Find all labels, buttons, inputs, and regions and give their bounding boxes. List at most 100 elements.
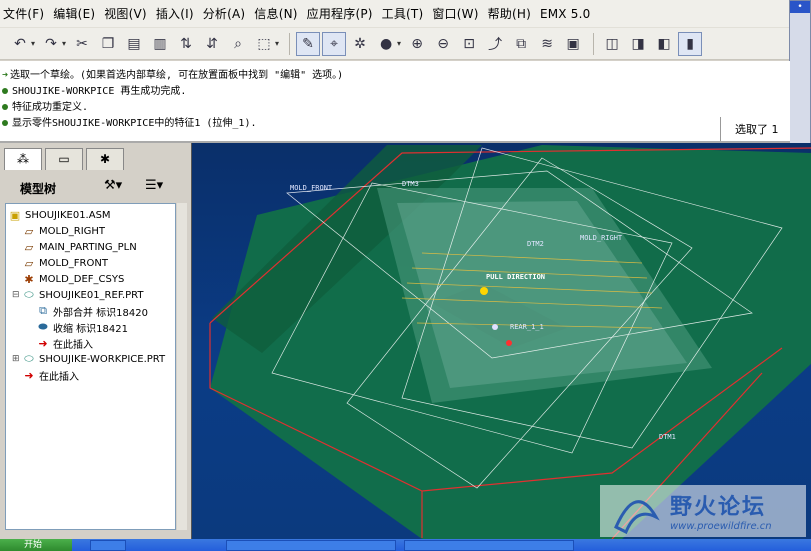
menu-window[interactable]: 窗口(W) <box>432 5 487 22</box>
tree-item-label: SHOUJIKE01.ASM <box>25 209 111 221</box>
graphics-window[interactable]: MOLD_FRONT DTM3 DTM2 MOLD_RIGHT PULL DIR… <box>191 143 811 539</box>
tree-item[interactable]: ➜ 在此插入 <box>22 367 79 383</box>
pull-direction-marker[interactable] <box>480 287 488 295</box>
model-tree-header: 模型树 ⚒▾ ☰▾ <box>0 172 189 202</box>
floating-toolbar-titlebar[interactable]: • <box>790 1 810 13</box>
watermark-logo-icon <box>614 500 660 535</box>
wireframe-icon[interactable]: ◫ <box>600 32 624 56</box>
label-rear: REAR_1_1 <box>510 323 544 331</box>
label-dtm2: DTM2 <box>527 240 544 248</box>
model-tree-title: 模型树 <box>20 182 57 196</box>
select-box-icon[interactable]: ⬚ <box>252 32 276 56</box>
view-manager-icon[interactable]: ▣ <box>561 32 585 56</box>
regenerate-icon[interactable]: ⇅ <box>174 32 198 56</box>
tree-item[interactable]: ⊟ ⬭ SHOUJIKE01_REF.PRT <box>12 287 144 303</box>
spin-center-icon[interactable]: ⌖ <box>322 31 347 56</box>
main-toolbar: ↶ ▾ ↷ ▾ ✂ ❐ ▤ ▥ ⇅ ⇵ ⌕ ⬚ ▾ ✎ ⌖ ✲ ● ▾ ⊕ ⊖ ⊡ ⤴ … <box>0 28 790 60</box>
message-area: ➜ 选取一个草绘。(如果首选内部草绘, 可在放置面板中找到 "编辑" 选项。) S… <box>0 61 790 143</box>
tree-item-label: MAIN_PARTING_PLN <box>39 241 137 253</box>
redo-dropdown-icon[interactable]: ▾ <box>62 39 66 48</box>
menu-applications[interactable]: 应用程序(P) <box>307 5 382 22</box>
tree-item[interactable]: ▱ MOLD_FRONT <box>22 255 108 271</box>
tree-item[interactable]: ▣ SHOUJIKE01.ASM <box>8 207 111 223</box>
info-bullet-icon <box>2 88 8 94</box>
info-bullet-icon <box>2 104 8 110</box>
no-hidden-icon[interactable]: ◧ <box>652 32 676 56</box>
hidden-line-icon[interactable]: ◨ <box>626 32 650 56</box>
label-mold-right: MOLD_RIGHT <box>580 234 623 242</box>
start-button[interactable]: 开始 <box>0 539 72 551</box>
merge-icon: ⧉ <box>39 304 47 317</box>
redo-icon[interactable]: ↷ <box>39 32 63 56</box>
layers-icon[interactable]: ≋ <box>535 32 559 56</box>
navigator-tabs: ⁂ ▭ ✱ <box>0 145 189 171</box>
appearance-icon[interactable]: ● <box>374 32 398 56</box>
tree-item[interactable]: ⬬ 收缩 标识18421 <box>36 319 128 335</box>
paste-special-icon[interactable]: ▥ <box>148 32 172 56</box>
taskbar-window-button[interactable] <box>404 540 574 551</box>
tab-folder-browser[interactable]: ▭ <box>45 148 83 170</box>
datum-plane-icon: ▱ <box>24 256 34 270</box>
select-dropdown-icon[interactable]: ▾ <box>275 39 279 48</box>
menu-help[interactable]: 帮助(H) <box>488 5 540 22</box>
sketch-view-icon[interactable]: ✎ <box>296 31 321 56</box>
tree-settings-icon[interactable]: ⚒▾ <box>104 178 122 193</box>
refit-icon[interactable]: ⊡ <box>457 32 481 56</box>
appearance-dropdown-icon[interactable]: ▾ <box>397 39 401 48</box>
menu-info[interactable]: 信息(N) <box>254 5 306 22</box>
reference-point <box>506 340 512 346</box>
message-line: 特征成功重定义. <box>2 98 88 113</box>
insert-here-icon: ➜ <box>38 336 48 350</box>
orient-mode-icon[interactable]: ✲ <box>348 32 372 56</box>
model-tree: ▣ SHOUJIKE01.ASM ▱ MOLD_RIGHT ▱ MAIN_PARTING_… <box>5 203 176 530</box>
reorient-icon[interactable]: ⤴ <box>483 32 507 56</box>
tab-favorites[interactable]: ✱ <box>86 148 124 170</box>
csys-icon: ✱ <box>24 272 34 286</box>
message-line: 显示零件SHOUJIKE-WORKPICE中的特征1 (拉伸_1). <box>2 114 257 129</box>
navigator-scrollbar[interactable] <box>177 203 187 530</box>
menu-emx[interactable]: EMX 5.0 <box>540 7 599 21</box>
tree-item-label: 收缩 标识18421 <box>53 323 128 335</box>
tree-item[interactable]: ✱ MOLD_DEF_CSYS <box>22 271 124 287</box>
selection-status[interactable]: 选取了 1 <box>720 117 790 141</box>
find-icon[interactable]: ⌕ <box>226 32 250 56</box>
assembly-icon: ▣ <box>9 208 21 222</box>
windows-taskbar: 开始 <box>0 539 811 551</box>
part-icon: ⬭ <box>24 288 34 301</box>
tree-expander-icon[interactable]: ⊟ <box>12 290 20 300</box>
tree-item[interactable]: ⊞ ⬭ SHOUJIKE-WORKPICE.PRT <box>12 351 165 367</box>
undo-dropdown-icon[interactable]: ▾ <box>31 39 35 48</box>
paste-icon[interactable]: ▤ <box>122 32 146 56</box>
tree-item[interactable]: ➜ 在此插入 <box>36 335 93 351</box>
tree-item[interactable]: ⧉ 外部合并 标识18420 <box>36 303 148 319</box>
insert-here-icon: ➜ <box>24 368 34 382</box>
undo-icon[interactable]: ↶ <box>8 32 32 56</box>
regenerate-manager-icon[interactable]: ⇵ <box>200 32 224 56</box>
tree-item-label: MOLD_RIGHT <box>39 225 106 237</box>
csys-origin-marker[interactable] <box>492 324 498 330</box>
tab-model-tree[interactable]: ⁂ <box>4 148 42 170</box>
tree-item[interactable]: ▱ MOLD_RIGHT <box>22 223 105 239</box>
taskbar-window-button[interactable] <box>226 540 396 551</box>
label-mold-front: MOLD_FRONT <box>290 184 333 192</box>
mold-model-view[interactable]: MOLD_FRONT DTM3 DTM2 MOLD_RIGHT PULL DIR… <box>192 143 811 539</box>
zoom-in-icon[interactable]: ⊕ <box>405 32 429 56</box>
menu-view[interactable]: 视图(V) <box>104 5 156 22</box>
menu-insert[interactable]: 插入(I) <box>156 5 203 22</box>
menu-bar: 文件(F) 编辑(E) 视图(V) 插入(I) 分析(A) 信息(N) 应用程序… <box>0 0 790 28</box>
saved-views-icon[interactable]: ⧉ <box>509 32 533 56</box>
menu-edit[interactable]: 编辑(E) <box>53 5 104 22</box>
tree-expander-icon[interactable]: ⊞ <box>12 354 20 364</box>
menu-tools[interactable]: 工具(T) <box>382 5 433 22</box>
menu-file[interactable]: 文件(F) <box>3 5 53 22</box>
shading-icon[interactable]: ▮ <box>678 31 703 56</box>
copy-icon[interactable]: ❐ <box>96 32 120 56</box>
tree-item[interactable]: ▱ MAIN_PARTING_PLN <box>22 239 137 255</box>
tree-show-icon[interactable]: ☰▾ <box>145 178 163 193</box>
menu-analysis[interactable]: 分析(A) <box>203 5 255 22</box>
cut-icon[interactable]: ✂ <box>70 32 94 56</box>
tree-item-label: 外部合并 标识18420 <box>53 307 148 319</box>
taskbar-quicklaunch[interactable] <box>90 540 126 551</box>
watermark-title: 野火论坛 <box>670 495 767 520</box>
zoom-out-icon[interactable]: ⊖ <box>431 32 455 56</box>
